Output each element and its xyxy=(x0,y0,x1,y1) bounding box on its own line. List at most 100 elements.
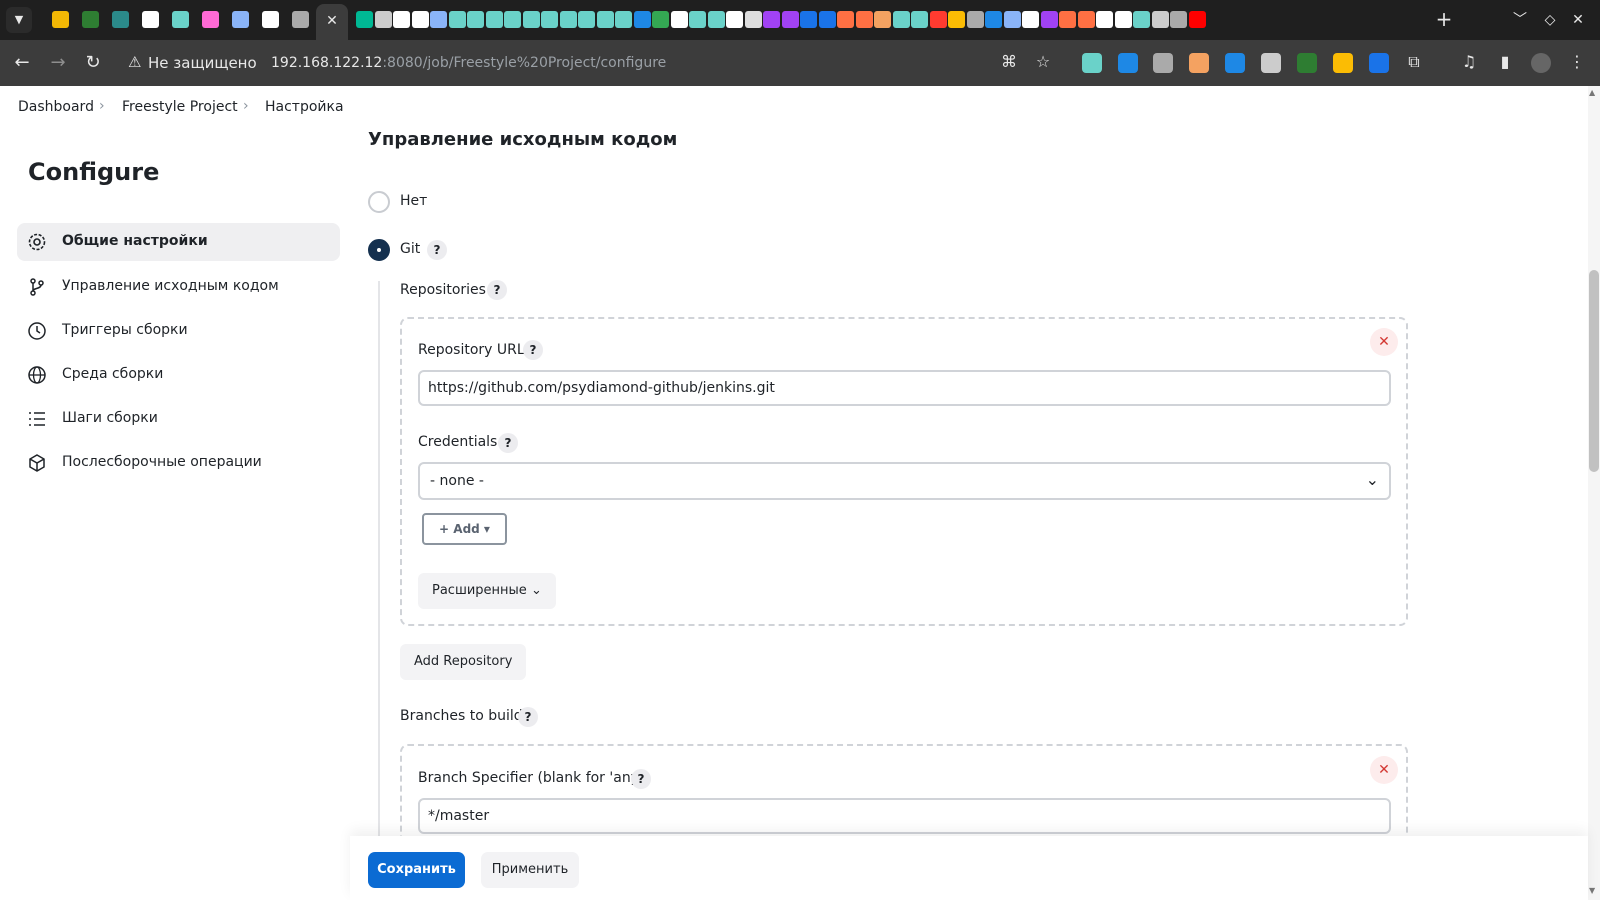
tab-favicon[interactable] xyxy=(202,11,219,28)
tab-favicon[interactable] xyxy=(430,11,447,28)
tab-favicon[interactable] xyxy=(292,11,309,28)
tab-favicon[interactable] xyxy=(232,11,249,28)
sidebar-item-post-build[interactable]: Послесборочные операции xyxy=(17,444,340,482)
bookmark-star-icon[interactable]: ☆ xyxy=(1032,51,1054,73)
tab-favicon[interactable] xyxy=(633,11,651,28)
extension-icon[interactable] xyxy=(1225,53,1245,73)
download-icon[interactable] xyxy=(1297,53,1317,73)
sidebar-item-environment[interactable]: Среда сборки xyxy=(17,356,340,394)
breadcrumb-project[interactable]: Freestyle Project xyxy=(122,99,238,115)
extension-icon[interactable] xyxy=(1333,53,1353,73)
sidebar-item-build-steps[interactable]: Шаги сборки xyxy=(17,400,340,438)
translate-icon[interactable]: ⌘ xyxy=(998,51,1020,73)
help-icon[interactable]: ? xyxy=(498,433,518,453)
advanced-button[interactable]: Расширенные ⌄ xyxy=(418,573,556,609)
active-tab-close-button[interactable]: ✕ xyxy=(316,4,348,40)
more-menu-icon[interactable]: ⋮ xyxy=(1566,51,1588,73)
address-bar[interactable]: ⚠ Не защищено 192.168.122.12:8080/job/Fr… xyxy=(116,48,1076,78)
extension-icon[interactable] xyxy=(1082,53,1102,73)
tab-favicon[interactable] xyxy=(763,11,780,28)
tab-favicon[interactable] xyxy=(707,11,725,28)
tab-favicon[interactable] xyxy=(911,11,928,28)
tab-favicon[interactable] xyxy=(1077,11,1095,28)
sidebar-item-scm[interactable]: Управление исходным кодом xyxy=(17,268,340,306)
help-icon[interactable]: ? xyxy=(631,769,651,789)
tab-favicon[interactable] xyxy=(929,11,947,28)
tab-favicon[interactable] xyxy=(615,11,632,28)
scroll-up-icon[interactable]: ▲ xyxy=(1589,88,1595,97)
help-icon[interactable]: ? xyxy=(487,280,507,300)
tab-favicon[interactable] xyxy=(818,11,836,28)
tab-favicon[interactable] xyxy=(559,11,577,28)
reload-button[interactable]: ↻ xyxy=(79,49,107,77)
help-icon[interactable]: ? xyxy=(427,240,447,260)
tab-favicon[interactable] xyxy=(689,11,706,28)
tab-favicon[interactable] xyxy=(800,11,817,28)
apply-button[interactable]: Применить xyxy=(481,852,579,888)
tab-favicon[interactable] xyxy=(1040,11,1058,28)
tab-search-button[interactable]: ▼ xyxy=(6,7,32,33)
repo-url-input[interactable] xyxy=(418,370,1391,406)
tab-favicon[interactable] xyxy=(966,11,984,28)
tab-favicon[interactable] xyxy=(172,11,189,28)
tab-favicon[interactable] xyxy=(892,11,910,28)
back-button[interactable]: ← xyxy=(8,49,36,77)
tab-favicon[interactable] xyxy=(1133,11,1150,28)
tab-favicon[interactable] xyxy=(948,11,965,28)
new-tab-button[interactable]: + xyxy=(1431,6,1457,32)
maximize-icon[interactable]: ◇ xyxy=(1538,8,1562,32)
sidebar-item-triggers[interactable]: Триггеры сборки xyxy=(17,312,340,350)
tab-favicon[interactable] xyxy=(837,11,854,28)
help-icon[interactable]: ? xyxy=(523,340,543,360)
extension-icon[interactable] xyxy=(1153,53,1173,73)
url-text[interactable]: 192.168.122.12:8080/job/Freestyle%20Proj… xyxy=(271,55,666,71)
breadcrumb-dashboard[interactable]: Dashboard xyxy=(18,99,94,115)
tab-favicon[interactable] xyxy=(467,11,484,28)
tab-favicon[interactable] xyxy=(374,11,392,28)
scroll-down-icon[interactable]: ▼ xyxy=(1589,886,1595,895)
tab-favicon[interactable] xyxy=(1059,11,1076,28)
radio-git[interactable] xyxy=(368,239,390,261)
tab-favicon[interactable] xyxy=(874,11,891,28)
add-repository-button[interactable]: Add Repository xyxy=(400,644,527,680)
tab-favicon[interactable] xyxy=(578,11,595,28)
tab-favicon[interactable] xyxy=(596,11,614,28)
tab-favicon[interactable] xyxy=(52,11,69,28)
zoom-extension-icon[interactable] xyxy=(1369,53,1389,73)
tab-favicon[interactable] xyxy=(1003,11,1021,28)
media-control-icon[interactable]: ♫ xyxy=(1458,51,1480,73)
branch-specifier-input[interactable] xyxy=(418,798,1391,834)
page-scrollbar[interactable] xyxy=(1588,86,1600,900)
tab-favicon[interactable] xyxy=(652,11,669,28)
close-window-icon[interactable]: ✕ xyxy=(1566,8,1590,32)
save-button[interactable]: Сохранить xyxy=(368,852,465,888)
tab-favicon[interactable] xyxy=(541,11,558,28)
radio-none[interactable] xyxy=(368,191,390,213)
tab-favicon[interactable] xyxy=(1096,11,1113,28)
help-icon[interactable]: ? xyxy=(518,707,538,727)
radio-git-label[interactable]: Git xyxy=(400,241,420,257)
extension-icon[interactable] xyxy=(1189,53,1209,73)
profile-avatar[interactable] xyxy=(1531,53,1551,73)
scrollbar-thumb[interactable] xyxy=(1589,270,1599,472)
tab-favicon[interactable] xyxy=(411,11,429,28)
tab-favicon[interactable] xyxy=(393,11,410,28)
tab-favicon[interactable] xyxy=(356,11,373,28)
tab-favicon[interactable] xyxy=(726,11,743,28)
minimize-icon[interactable]: ﹀ xyxy=(1508,8,1532,32)
tab-favicon[interactable] xyxy=(985,11,1002,28)
warning-icon[interactable]: ⚠ xyxy=(128,53,141,71)
tab-favicon[interactable] xyxy=(1114,11,1132,28)
extension-icon[interactable] xyxy=(1261,53,1281,73)
tab-favicon[interactable] xyxy=(522,11,540,28)
tab-favicon[interactable] xyxy=(1188,11,1206,28)
tab-favicon[interactable] xyxy=(448,11,466,28)
tab-favicon[interactable] xyxy=(1022,11,1039,28)
forward-button[interactable]: → xyxy=(44,49,72,77)
tab-favicon[interactable] xyxy=(744,11,762,28)
breadcrumb-configure[interactable]: Настройка xyxy=(265,99,344,115)
tab-favicon[interactable] xyxy=(504,11,521,28)
tab-favicon[interactable] xyxy=(1151,11,1169,28)
tab-favicon[interactable] xyxy=(1170,11,1187,28)
extensions-puzzle-icon[interactable]: ⧉ xyxy=(1403,51,1425,73)
